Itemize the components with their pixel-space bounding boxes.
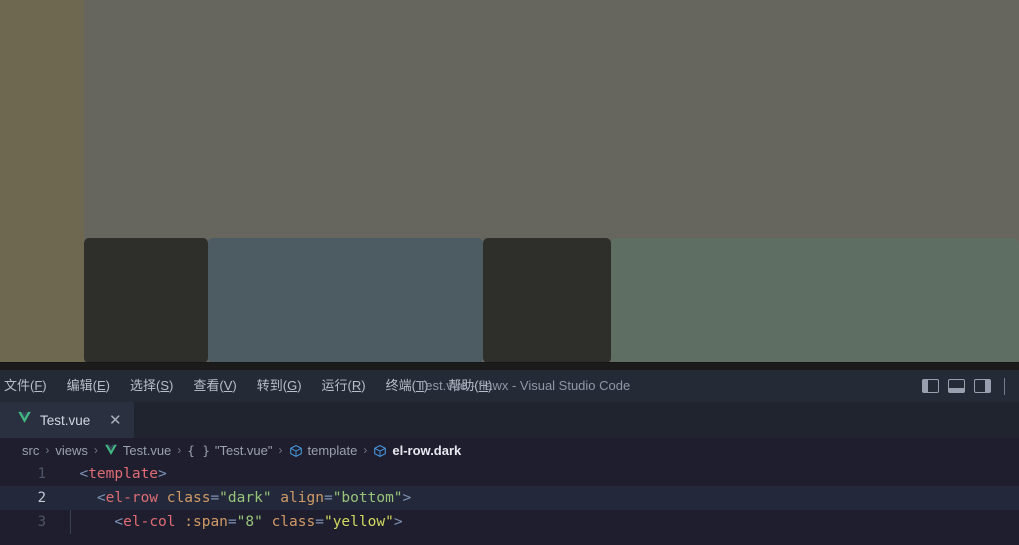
menu-item-2[interactable]: 编辑(E) bbox=[57, 374, 120, 398]
breadcrumb-item-label: views bbox=[55, 442, 88, 458]
code-line[interactable]: 3 <el-col :span="8" class="yellow"> bbox=[0, 510, 1019, 534]
el-col-yellow bbox=[84, 238, 208, 363]
code-token: < bbox=[79, 466, 89, 482]
el-row-dark bbox=[84, 238, 1019, 363]
toggle-primary-sidebar-icon[interactable] bbox=[922, 379, 939, 393]
breadcrumb-item-2[interactable]: views bbox=[55, 443, 88, 458]
breadcrumb-item-label: src bbox=[22, 442, 40, 458]
code-line[interactable]: 1 <template> bbox=[0, 462, 1019, 486]
code-token: el-col bbox=[123, 514, 176, 530]
code-token: > bbox=[158, 466, 167, 482]
code-line-text: <template> bbox=[62, 462, 1019, 486]
code-token: class bbox=[271, 514, 316, 530]
toggle-secondary-sidebar-icon[interactable] bbox=[974, 379, 991, 393]
vue-file-icon bbox=[104, 443, 118, 458]
code-token: template bbox=[88, 466, 159, 482]
breadcrumb-item-5[interactable]: template bbox=[289, 442, 358, 458]
code-token: < bbox=[114, 514, 124, 530]
code-token: = bbox=[315, 514, 324, 530]
code-token: "dark" bbox=[219, 490, 272, 506]
breadcrumb-item-label: "Test.vue" bbox=[214, 442, 273, 458]
tab-bar-empty-space bbox=[134, 402, 1019, 438]
code-token: > bbox=[402, 490, 412, 506]
code-token: > bbox=[393, 514, 403, 530]
code-editor[interactable]: 1 <template> 2 <el-row class="dark" align… bbox=[0, 462, 1019, 545]
menu-item-4[interactable]: 查看(V) bbox=[183, 374, 246, 398]
line-number: 1 bbox=[37, 466, 46, 482]
code-line-text: <el-row class="dark" align="bottom"> bbox=[62, 486, 1019, 510]
code-token: = bbox=[227, 514, 237, 530]
code-token: :span bbox=[184, 514, 228, 530]
code-token: "8" bbox=[236, 514, 263, 530]
el-col-blue bbox=[208, 238, 483, 363]
toggle-panel-icon[interactable] bbox=[948, 379, 965, 393]
menu-bar: 文件(F) 编辑(E) 选择(S) 查看(V) 转到(G) 运行(R) 终端(T) 帮助(H) bbox=[0, 370, 502, 402]
titlebar-divider bbox=[1004, 377, 1005, 395]
code-token: = bbox=[210, 490, 220, 506]
tab-label: Test.vue bbox=[40, 412, 91, 428]
breadcrumb-item-label: template bbox=[307, 442, 358, 458]
breadcrumb-item-4[interactable]: { } "Test.vue" bbox=[187, 443, 272, 458]
menu-item-5[interactable]: 转到(G) bbox=[247, 374, 312, 398]
code-token: align bbox=[280, 490, 324, 506]
menu-item-3[interactable]: 选择(S) bbox=[120, 374, 183, 398]
code-token: = bbox=[323, 490, 333, 506]
breadcrumb-item-label: Test.vue bbox=[122, 442, 172, 458]
breadcrumb-separator: › bbox=[93, 443, 98, 457]
tab-close-icon[interactable]: ✕ bbox=[107, 412, 123, 428]
line-number: 2 bbox=[37, 490, 46, 506]
breadcrumb-separator: › bbox=[177, 443, 182, 457]
breadcrumb: src › views › Test.vue › { } "Test.vue" › templat… bbox=[0, 438, 1019, 462]
preview-bottom-edge bbox=[0, 362, 1019, 363]
code-token: "bottom" bbox=[332, 490, 403, 506]
title-bar: 文件(F) 编辑(E) 选择(S) 查看(V) 转到(G) 运行(R) 终端(T) 帮助(H)… bbox=[0, 370, 1019, 402]
line-number: 3 bbox=[37, 514, 46, 530]
breadcrumb-item-6[interactable]: el-row.dark bbox=[373, 443, 461, 458]
code-token: class bbox=[166, 490, 211, 506]
json-braces-icon: { } bbox=[187, 442, 210, 458]
el-col-dark bbox=[483, 238, 611, 363]
code-token: < bbox=[96, 490, 106, 506]
editor-tab-bar: Test.vue ✕ bbox=[0, 402, 1019, 438]
app-preview-area bbox=[0, 0, 1019, 363]
breadcrumb-separator: › bbox=[278, 443, 283, 457]
symbol-cube-icon bbox=[373, 443, 387, 458]
code-token: "yellow" bbox=[323, 514, 394, 530]
el-col-green bbox=[611, 238, 1019, 363]
breadcrumb-separator: › bbox=[363, 443, 368, 457]
tab-test-vue[interactable]: Test.vue ✕ bbox=[0, 402, 135, 438]
symbol-cube-icon bbox=[289, 443, 303, 458]
menu-item-8[interactable]: 帮助(H) bbox=[438, 374, 502, 398]
menu-item-1[interactable]: 文件(F) bbox=[0, 374, 57, 398]
menu-item-6[interactable]: 运行(R) bbox=[312, 374, 376, 398]
indent-guide bbox=[70, 510, 71, 534]
breadcrumb-item-1[interactable]: src bbox=[22, 443, 39, 458]
breadcrumb-item-label: el-row.dark bbox=[392, 442, 462, 458]
code-line-text: <el-col :span="8" class="yellow"> bbox=[62, 510, 1019, 534]
vscode-window: 文件(F) 编辑(E) 选择(S) 查看(V) 转到(G) 运行(R) 终端(T) 帮助(H)… bbox=[0, 370, 1019, 545]
code-line[interactable]: 2 <el-row class="dark" align="bottom"> bbox=[0, 486, 1019, 510]
vue-file-icon bbox=[17, 410, 32, 430]
menu-item-7[interactable]: 终端(T) bbox=[376, 374, 439, 398]
breadcrumb-item-3[interactable]: Test.vue bbox=[104, 443, 171, 458]
layout-controls bbox=[922, 370, 1005, 402]
code-token: el-row bbox=[105, 490, 159, 506]
app-root: 文件(F) 编辑(E) 选择(S) 查看(V) 转到(G) 运行(R) 终端(T) 帮助(H)… bbox=[0, 0, 1019, 545]
breadcrumb-separator: › bbox=[45, 443, 50, 457]
